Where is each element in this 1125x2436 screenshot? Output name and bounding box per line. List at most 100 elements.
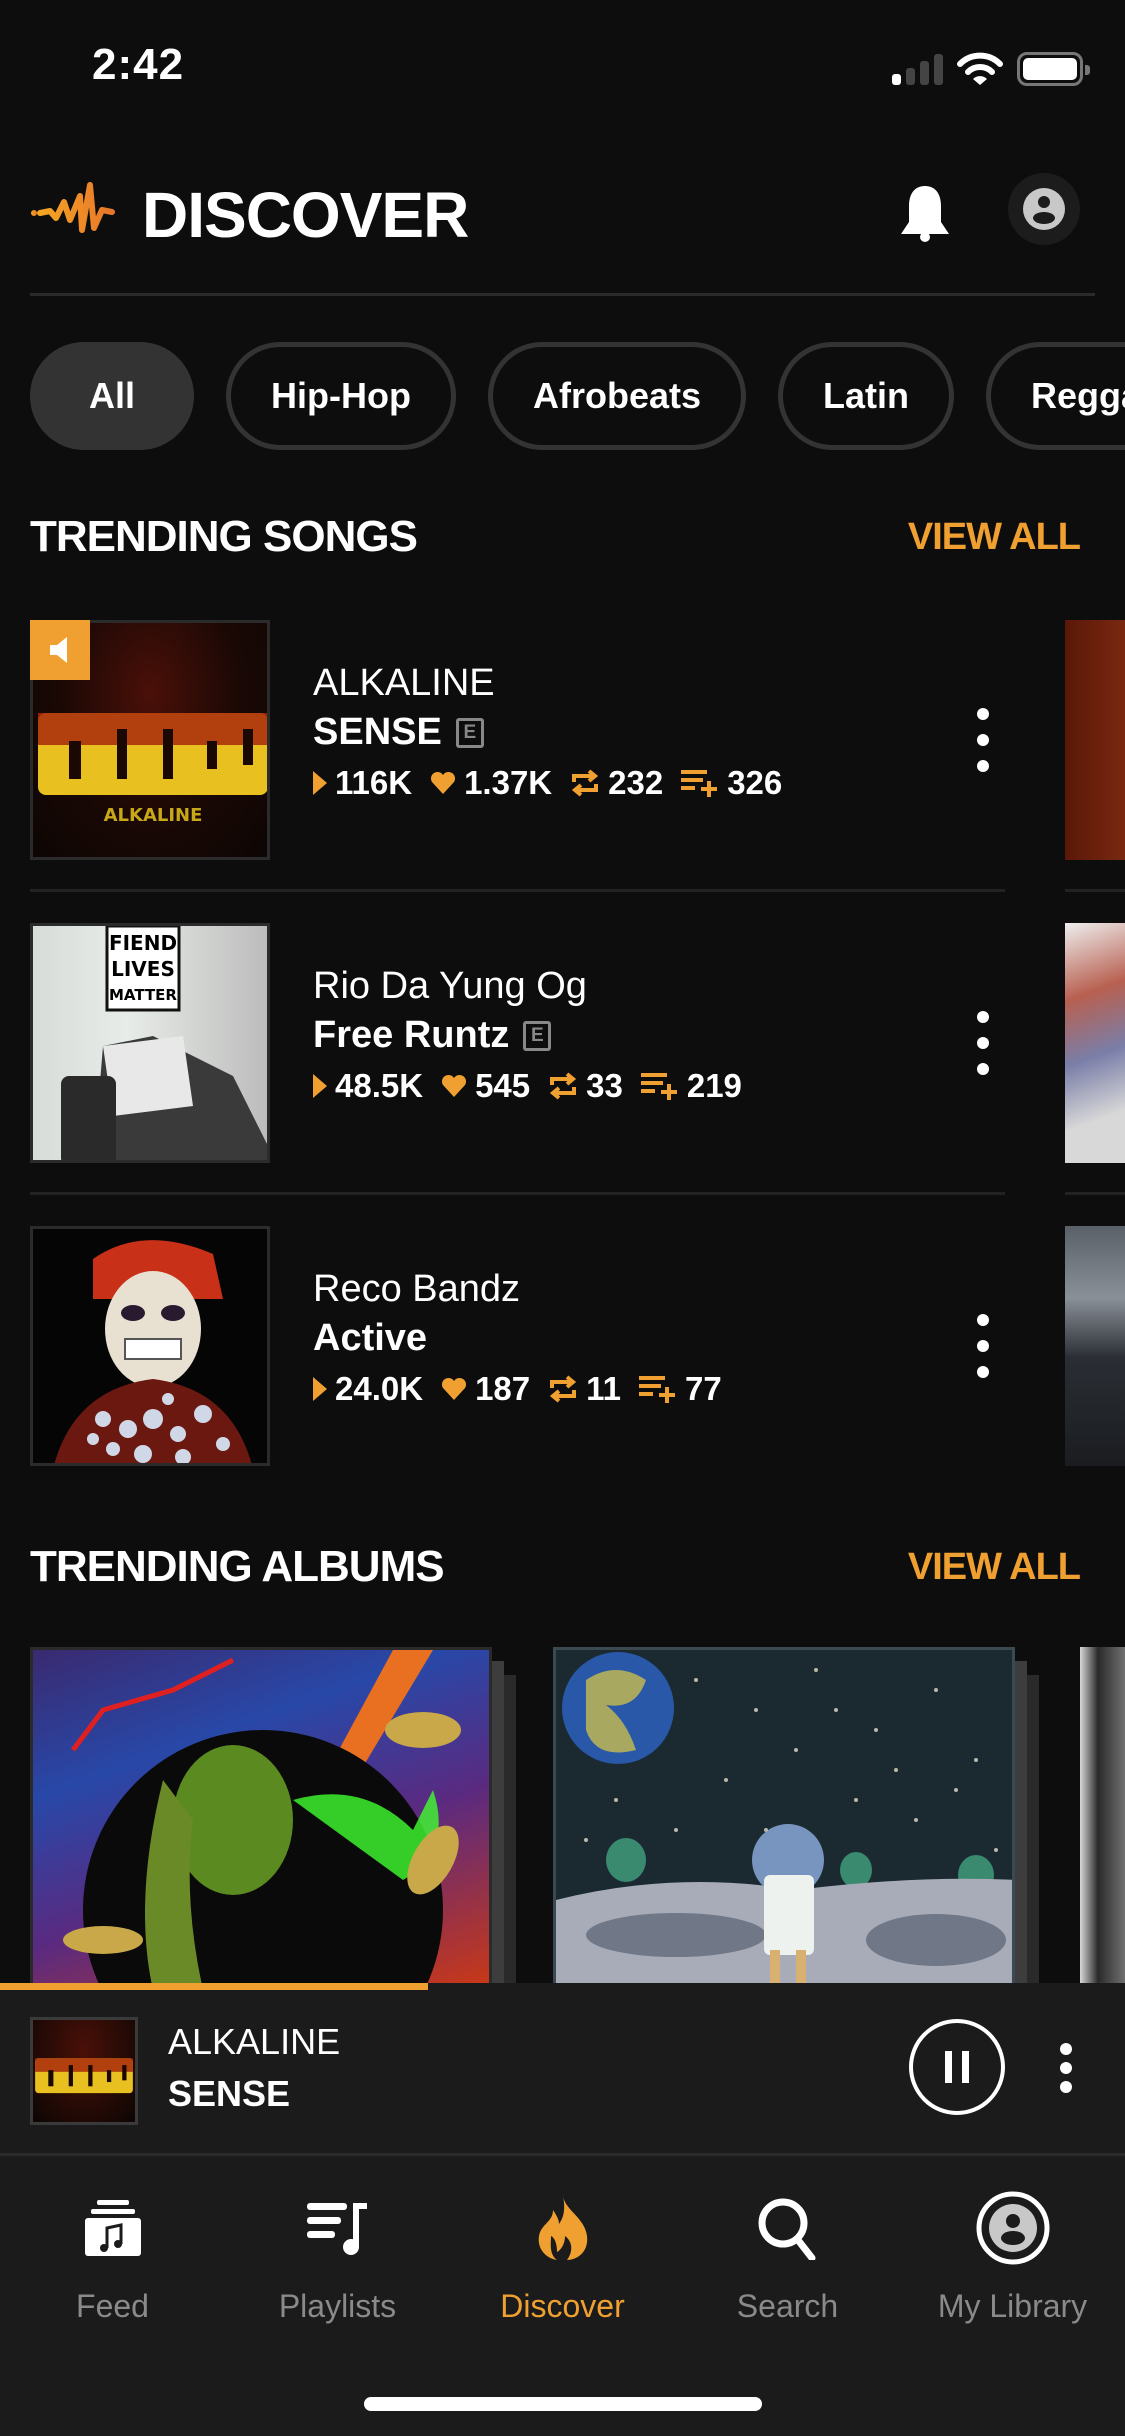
song-artwork[interactable] (30, 1226, 270, 1466)
tab-search[interactable]: Search (675, 2188, 900, 2325)
album-stack-shadow (492, 1661, 504, 1987)
song-more-options-button[interactable] (968, 1011, 998, 1075)
song-more-options-button[interactable] (968, 708, 998, 772)
reposts-stat: 232 (570, 764, 663, 802)
search-icon (758, 2198, 815, 2260)
row-divider (1065, 1192, 1125, 1195)
artwork-text: FIEND (109, 931, 177, 955)
repost-icon (572, 769, 599, 797)
plays-count: 48.5K (335, 1067, 424, 1104)
chip-all[interactable]: All (30, 342, 194, 450)
reposts-count: 11 (586, 1370, 622, 1407)
add-to-playlist-icon (639, 1376, 676, 1403)
status-bar: 2:42 (0, 0, 1125, 132)
plays-count: 24.0K (335, 1370, 424, 1407)
playback-progress-bar[interactable] (0, 1983, 1125, 1990)
playlist-adds-stat: 77 (639, 1370, 722, 1408)
album-stack-shadow (1015, 1661, 1027, 1987)
next-page-song-artwork[interactable] (1065, 620, 1125, 860)
next-album-artwork[interactable] (1080, 1647, 1125, 1987)
chip-reggae[interactable]: Reggae (986, 342, 1125, 450)
artwork-album-2 (556, 1652, 1012, 1984)
wifi-icon (957, 52, 1003, 85)
chip-hip-hop[interactable]: Hip-Hop (226, 342, 456, 450)
favorites-stat: 1.37K (430, 764, 552, 802)
bottom-tab-bar: Feed Playlists Discover Search My Librar… (0, 2153, 1125, 2436)
tab-feed[interactable]: Feed (0, 2188, 225, 2325)
plays-stat: 48.5K (313, 1067, 423, 1105)
plays-stat: 24.0K (313, 1370, 423, 1408)
header-divider (30, 293, 1095, 296)
app-header: DISCOVER (0, 160, 1125, 295)
playlist-adds-stat: 219 (640, 1067, 742, 1105)
album-stack-shadow (1027, 1675, 1039, 1987)
reposts-count: 33 (586, 1067, 623, 1104)
album-card[interactable] (553, 1647, 1039, 1987)
song-row[interactable]: Reco Bandz Active 24.0K 187 11 77 (30, 1226, 1005, 1466)
mini-player-artwork[interactable] (30, 2017, 138, 2125)
trending-albums-view-all-link[interactable]: VIEW ALL (908, 1546, 1081, 1589)
song-info: Reco Bandz Active 24.0K 187 11 77 (313, 1268, 740, 1408)
favorites-stat: 187 (441, 1370, 530, 1408)
plays-stat: 116K (313, 764, 412, 802)
trending-songs-view-all-link[interactable]: VIEW ALL (908, 516, 1081, 559)
mini-player[interactable]: ALKALINE SENSE (0, 1983, 1125, 2153)
mini-player-more-options-button[interactable] (1056, 2043, 1076, 2093)
repost-icon (550, 1375, 577, 1403)
pause-button[interactable] (909, 2019, 1005, 2115)
song-row[interactable]: ALKALINE ALKALINE SENSE E 116K 1.37K 232 (30, 620, 1005, 860)
heart-icon (442, 1074, 467, 1097)
song-stats: 116K 1.37K 232 326 (313, 764, 800, 802)
song-title: SENSE (313, 711, 442, 753)
row-divider (30, 889, 1005, 892)
user-avatar-icon (1023, 188, 1065, 230)
artwork-album-1 (63, 1650, 461, 1984)
song-more-options-button[interactable] (968, 1314, 998, 1378)
album-artwork[interactable] (30, 1647, 492, 1987)
playback-progress-fill (0, 1983, 428, 1990)
trending-albums-title: TRENDING ALBUMS (30, 1542, 445, 1591)
song-stats: 48.5K 545 33 219 (313, 1067, 760, 1105)
notifications-bell-icon[interactable] (897, 182, 953, 242)
row-divider (30, 1192, 1005, 1195)
playlist-adds-count: 219 (686, 1067, 742, 1104)
song-row[interactable]: FIEND LIVES MATTER Rio Da Yung Og Free R… (30, 923, 1005, 1163)
album-card[interactable] (30, 1647, 516, 1987)
trending-songs-header: TRENDING SONGS VIEW ALL (30, 512, 1081, 562)
audiomack-logo-icon (31, 182, 115, 233)
artwork-text: LIVES (111, 957, 175, 981)
tab-discover[interactable]: Discover (450, 2188, 675, 2325)
song-stats: 24.0K 187 11 77 (313, 1370, 740, 1408)
tab-my-library[interactable]: My Library (900, 2188, 1125, 2325)
repost-icon (550, 1072, 577, 1100)
song-artwork[interactable]: FIEND LIVES MATTER (30, 923, 270, 1163)
favorites-count: 187 (475, 1370, 531, 1407)
home-indicator[interactable] (364, 2397, 762, 2411)
album-artwork[interactable] (553, 1647, 1015, 1987)
play-icon (313, 771, 327, 795)
favorites-count: 545 (475, 1067, 531, 1104)
profile-button[interactable] (1008, 173, 1080, 245)
tab-feed-label: Feed (76, 2288, 149, 2324)
tab-discover-label: Discover (500, 2288, 625, 2324)
song-title: Active (313, 1317, 428, 1359)
row-divider (1065, 889, 1125, 892)
signal-icon (892, 53, 943, 85)
next-page-song-artwork[interactable] (1065, 923, 1125, 1163)
explicit-badge: E (523, 1020, 552, 1051)
page-title: DISCOVER (142, 179, 469, 251)
song-artist: Rio Da Yung Og (313, 965, 587, 1007)
status-time: 2:42 (92, 40, 185, 89)
heart-icon (431, 771, 456, 794)
next-page-song-artwork[interactable] (1065, 1226, 1125, 1466)
chip-afrobeats[interactable]: Afrobeats (487, 342, 746, 450)
add-to-playlist-icon (640, 1073, 677, 1100)
chip-latin[interactable]: Latin (778, 342, 954, 450)
trending-albums-header: TRENDING ALBUMS VIEW ALL (30, 1542, 1081, 1592)
reposts-count: 232 (608, 764, 664, 801)
favorites-count: 1.37K (464, 764, 553, 801)
mini-player-artist: ALKALINE (168, 2021, 341, 2062)
song-artist: Reco Bandz (313, 1268, 521, 1310)
tab-playlists-label: Playlists (278, 2288, 397, 2324)
tab-playlists[interactable]: Playlists (225, 2188, 450, 2325)
